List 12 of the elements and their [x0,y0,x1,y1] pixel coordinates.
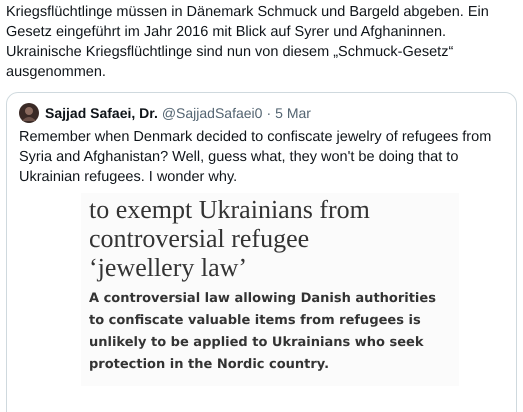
author-name[interactable]: Sajjad Safaei, Dr. [45,105,158,121]
article-headline: ‘jewellery law’ [89,253,248,282]
quoted-tweet-card[interactable] [6,92,517,412]
separator: · [266,105,272,121]
article-summary: A controversial law allowing Danish authorities to confiscate valuable items from refugees is unlikely to be applied to Ukrainians who seek protection in the Nordic country. [89,290,437,374]
article-headline: to exempt Ukrainians from [89,195,371,224]
tweet-text: Kriegsflüchtlinge müssen in Dänemark Schmuck und Bargeld abgeben. Ein Gesetz eingeführt im Jahr 2016 mit Blick auf Syrer und Afghaninnen. Ukrainische Kriegsflüchtlinge sind nun von diesem „Schmuck-Gesetz“ ausgenommen. [6,3,490,82]
quoted-tweet-text: Remember when Denmark decided to confiscate jewelry of refugees from Syria and Afghanistan? Well, guess what, they won't be doing that to Ukrainian refugees. I wonder why. [19,128,492,187]
avatar-icon[interactable] [19,103,39,123]
author-handle: @SajjadSafaei0 [162,105,262,121]
tweet-date[interactable]: 5 Mar [275,105,311,121]
article-headline: controversial refugee [89,224,310,253]
